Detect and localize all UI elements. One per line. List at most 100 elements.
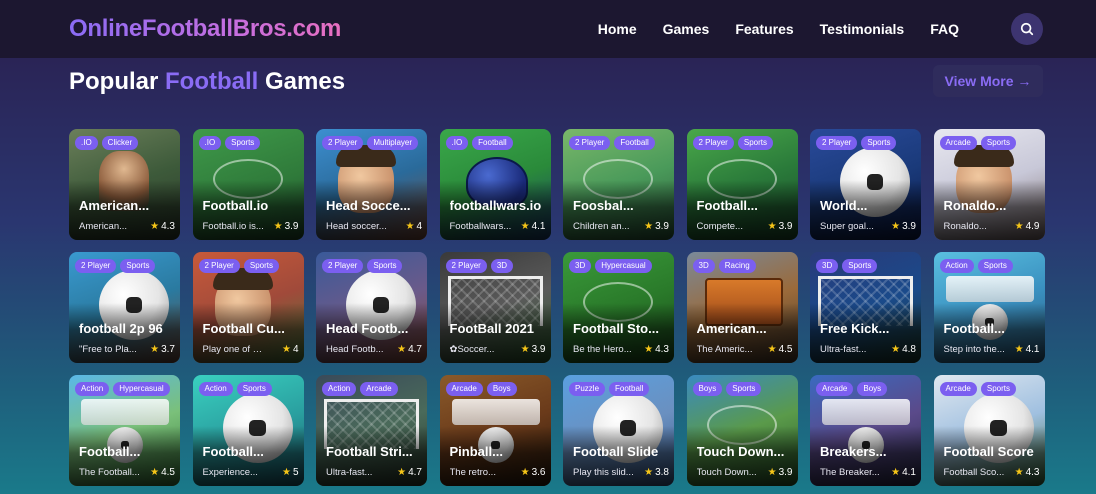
game-card[interactable]: Arcade Boys Breakers... The Breaker... ★ 4.1 <box>810 375 921 486</box>
game-card[interactable]: 2 Player Sports World... Super goal... ★ 3.9 <box>810 129 921 240</box>
category-tag[interactable]: Racing <box>718 259 756 273</box>
game-description: Footballwars... <box>449 221 512 232</box>
game-meta: Head soccer... ★ 4 <box>326 221 422 232</box>
game-card[interactable]: .IO Football footballwars.io Footballwars..… <box>439 129 551 240</box>
logo-banner-graphic <box>451 399 540 425</box>
game-meta: "Free to Pla... ★ 3.7 <box>79 344 175 355</box>
game-card[interactable]: Arcade Sports Ronaldo... Ronaldo... ★ 4.9 <box>933 129 1045 240</box>
category-tag[interactable]: Sports <box>726 382 762 396</box>
category-tag[interactable]: 2 Player <box>198 259 240 273</box>
nav-link-features[interactable]: Features <box>735 21 793 37</box>
game-meta: Super goal... ★ 3.9 <box>820 221 916 232</box>
category-tag[interactable]: Sports <box>120 259 156 273</box>
category-tag[interactable]: 3D <box>490 259 514 273</box>
category-tags: Arcade Boys <box>816 382 888 396</box>
category-tag[interactable]: Sports <box>861 136 897 150</box>
category-tag[interactable]: Action <box>75 382 110 396</box>
category-tag[interactable]: Arcade <box>445 382 483 396</box>
category-tag[interactable]: Hypercasual <box>595 259 652 273</box>
rating-value: 4.5 <box>161 467 175 478</box>
category-tag[interactable]: Football <box>609 382 650 396</box>
game-card[interactable]: .IO Sports Football.io Football.io is... ★ 3.… <box>192 129 304 240</box>
game-card[interactable]: Arcade Boys Pinball... The retro... ★ 3.6 <box>439 375 551 486</box>
game-card[interactable]: 2 Player Sports football 2p 96 "Free to Pla… <box>69 252 180 363</box>
category-tag[interactable]: Arcade <box>939 136 977 150</box>
category-tag[interactable]: 2 Player <box>322 259 364 273</box>
category-tag[interactable]: Multiplayer <box>367 136 419 150</box>
game-card[interactable]: Action Sports Football... Experience... ★ 5 <box>192 375 304 486</box>
game-card[interactable]: Arcade Sports Football Score Football Sco..… <box>933 375 1045 486</box>
category-tag[interactable]: .IO <box>445 136 469 150</box>
rating-value: 4.8 <box>902 344 916 355</box>
category-tag[interactable]: Arcade <box>360 382 398 396</box>
category-tag[interactable]: Arcade <box>816 382 854 396</box>
rating-value: 4 <box>416 221 422 232</box>
game-title: Touch Down... <box>696 444 785 459</box>
game-meta: Touch Down... ★ 3.9 <box>697 467 793 478</box>
game-card[interactable]: Boys Sports Touch Down... Touch Down... ★ 3.9 <box>686 375 798 486</box>
category-tag[interactable]: Puzzle <box>569 382 606 396</box>
category-tag[interactable]: Sports <box>225 136 261 150</box>
category-tag[interactable]: 2 Player <box>322 136 364 150</box>
search-button[interactable] <box>1011 13 1043 45</box>
star-icon: ★ <box>520 344 530 355</box>
star-icon: ★ <box>520 221 530 232</box>
category-tag[interactable]: Football <box>614 136 655 150</box>
category-tag[interactable]: Sports <box>243 259 279 273</box>
game-card[interactable]: 2 Player Sports Football... Compete... ★ 3.9 <box>686 129 798 240</box>
game-title: Football Slide <box>573 444 659 459</box>
category-tag[interactable]: Arcade <box>939 382 977 396</box>
game-description: "Free to Pla... <box>79 344 137 355</box>
category-tag[interactable]: Sports <box>236 382 272 396</box>
category-tag[interactable]: Action <box>198 382 233 396</box>
category-tag[interactable]: Action <box>939 259 974 273</box>
category-tag[interactable]: 2 Player <box>569 136 611 150</box>
category-tag[interactable]: Football <box>472 136 513 150</box>
category-tag[interactable]: Sports <box>737 136 773 150</box>
category-tag[interactable]: Sports <box>980 136 1016 150</box>
category-tag[interactable]: Sports <box>842 259 878 273</box>
category-tag[interactable]: 3D <box>692 259 715 273</box>
category-tag[interactable]: 2 Player <box>692 136 734 150</box>
category-tag[interactable]: Clicker <box>101 136 139 150</box>
category-tag[interactable]: Boys <box>857 382 888 396</box>
game-card[interactable]: 2 Player 3D FootBall 2021 ✿Soccer... ★ 3.9 <box>439 252 551 363</box>
game-card[interactable]: Action Hypercasual Football... The Football… <box>69 375 180 486</box>
site-logo[interactable]: OnlineFootballBros.com <box>69 15 341 43</box>
game-card[interactable]: .IO Clicker American... American... ★ 4.3 <box>69 129 180 240</box>
game-card[interactable]: 2 Player Football Foosbal... Children an...… <box>563 129 674 240</box>
category-tag[interactable]: 2 Player <box>816 136 858 150</box>
game-card[interactable]: 3D Racing American... The Americ... ★ 4.5 <box>686 252 798 363</box>
game-card[interactable]: Action Sports Football... Step into the... ★… <box>933 252 1045 363</box>
category-tag[interactable]: .IO <box>75 136 98 150</box>
category-tag[interactable]: Boys <box>692 382 723 396</box>
nav-link-games[interactable]: Games <box>663 21 710 37</box>
category-tag[interactable]: Action <box>322 382 357 396</box>
category-tag[interactable]: 3D <box>816 259 839 273</box>
category-tag[interactable]: 2 Player <box>75 259 117 273</box>
game-card[interactable]: 2 Player Sports Football Cu... Play one of … <box>192 252 304 363</box>
game-card[interactable]: 3D Hypercasual Football Sto... Be the Hero.… <box>563 252 674 363</box>
game-card[interactable]: Puzzle Football Football Slide Play this sl… <box>563 375 674 486</box>
game-card[interactable]: 3D Sports Free Kick... Ultra-fast... ★ 4.8 <box>810 252 921 363</box>
game-card[interactable]: Action Arcade Football Stri... Ultra-fast..… <box>316 375 427 486</box>
game-rating: ★ 3.9 <box>768 467 793 478</box>
game-card[interactable]: 2 Player Multiplayer Head Socce... Head soc… <box>316 129 427 240</box>
game-meta: Football Sco... ★ 4.3 <box>944 467 1040 478</box>
category-tag[interactable]: 2 Player <box>445 259 487 273</box>
category-tag[interactable]: 3D <box>569 259 592 273</box>
category-tag[interactable]: Boys <box>486 382 517 396</box>
category-tag[interactable]: .IO <box>198 136 222 150</box>
category-tag[interactable]: Hypercasual <box>113 382 170 396</box>
category-tag[interactable]: Sports <box>980 382 1016 396</box>
category-tag[interactable]: Sports <box>977 259 1013 273</box>
nav-link-testimonials[interactable]: Testimonials <box>820 21 905 37</box>
category-tag[interactable]: Sports <box>367 259 403 273</box>
view-more-button[interactable]: View More → <box>933 65 1043 97</box>
nav-link-home[interactable]: Home <box>598 21 637 37</box>
category-tags: Arcade Boys <box>445 382 517 396</box>
game-description: Be the Hero... <box>573 344 632 355</box>
star-icon: ★ <box>397 467 407 478</box>
nav-link-faq[interactable]: FAQ <box>930 21 959 37</box>
game-card[interactable]: 2 Player Sports Head Footb... Head Footb...… <box>316 252 427 363</box>
